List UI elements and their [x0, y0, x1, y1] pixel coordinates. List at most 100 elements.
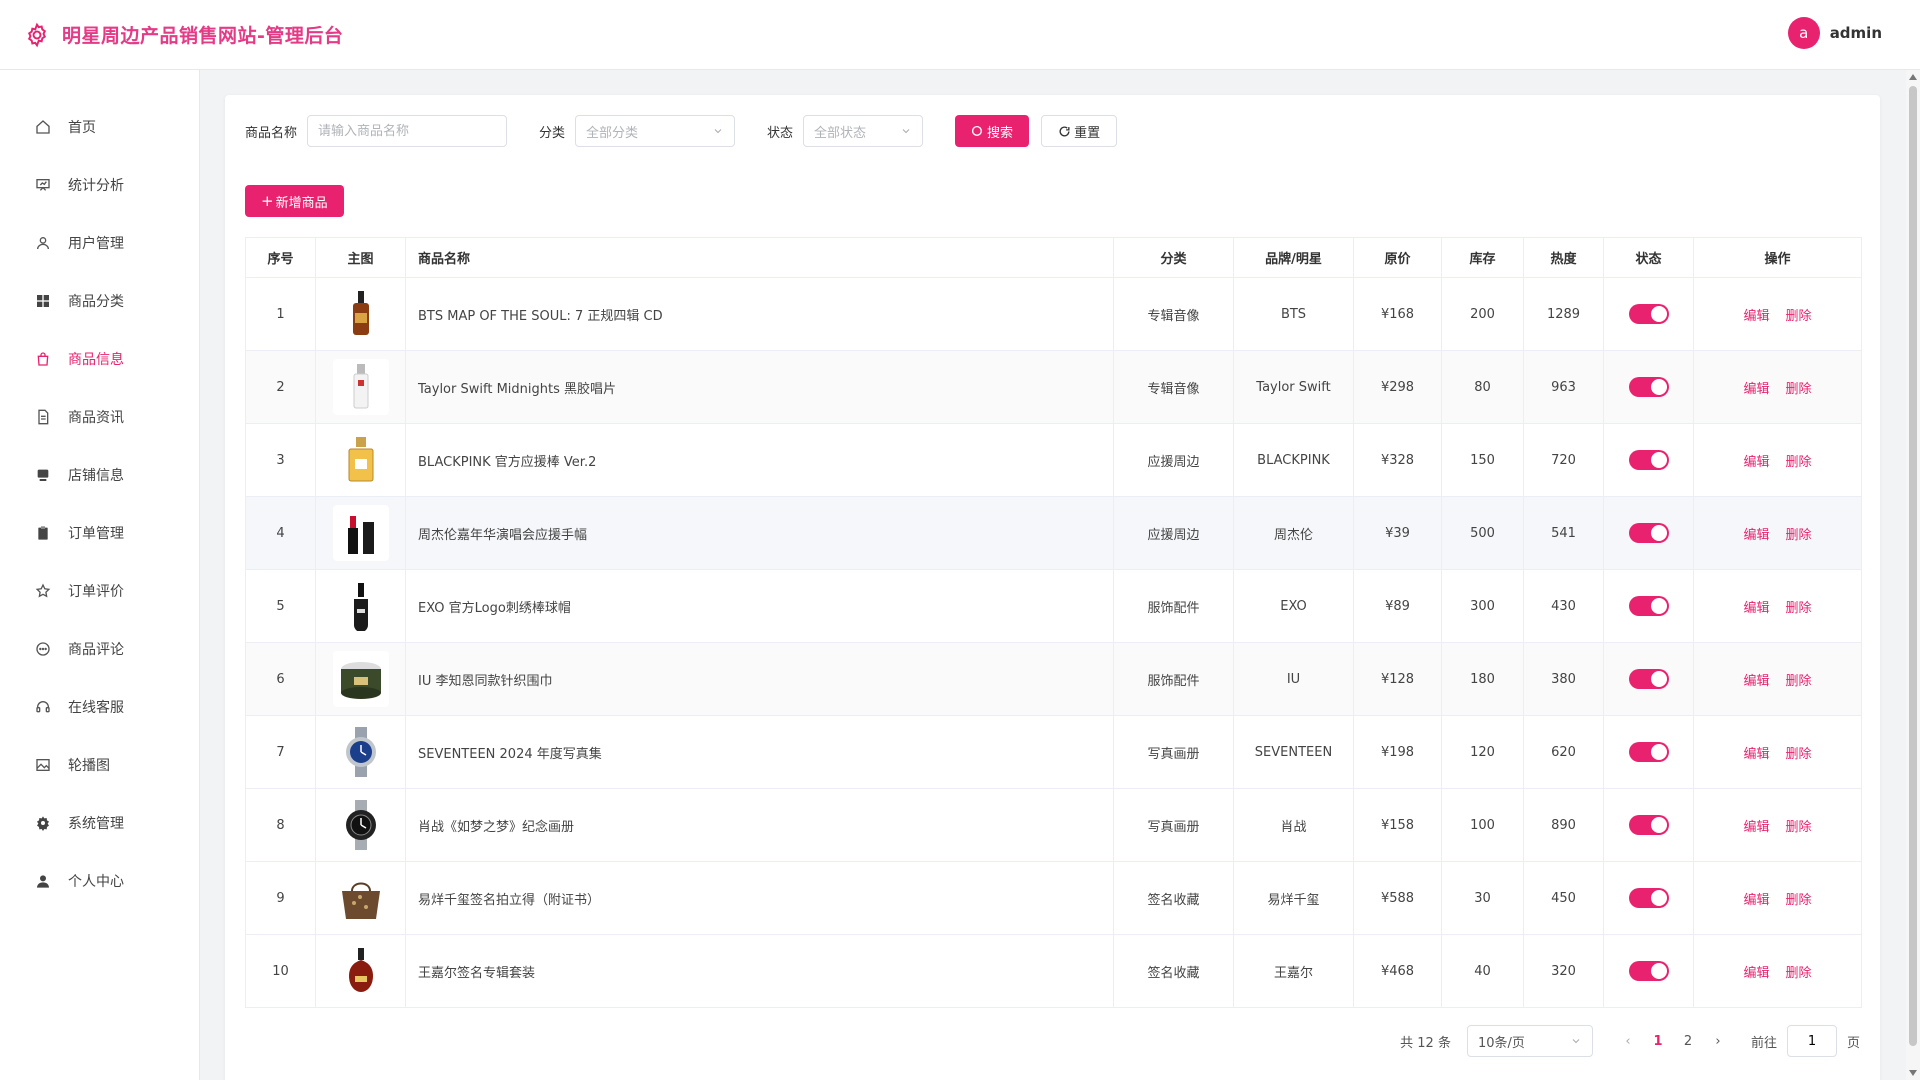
- product-thumbnail[interactable]: [332, 943, 389, 999]
- product-thumbnail[interactable]: [332, 286, 389, 342]
- page-size-select[interactable]: 10条/页: [1466, 1025, 1593, 1057]
- cell-name: 周杰伦嘉年华演唱会应援手幅: [405, 496, 1114, 570]
- sidebar-item-statistics[interactable]: 统计分析: [0, 156, 199, 214]
- user-name[interactable]: admin: [1830, 24, 1882, 42]
- scroll-up-icon[interactable]: [1909, 74, 1917, 80]
- delete-link[interactable]: 删除: [1786, 674, 1812, 689]
- sidebar-item-label: 轮播图: [68, 758, 110, 774]
- sidebar-item-support[interactable]: 在线客服: [0, 678, 199, 736]
- sidebar-item-news[interactable]: 商品资讯: [0, 388, 199, 446]
- status-toggle[interactable]: [1628, 669, 1669, 689]
- table-row[interactable]: 7 SEVENTEEN 2024 年度写真集 写真画册 SEVENTEEN ¥198 12…: [245, 715, 1862, 789]
- col-header-price[interactable]: 原价: [1353, 237, 1442, 278]
- store-icon: [34, 466, 52, 484]
- status-toggle[interactable]: [1628, 742, 1669, 762]
- col-header-stock[interactable]: 库存: [1441, 237, 1524, 278]
- edit-link[interactable]: 编辑: [1743, 893, 1769, 908]
- col-header-status[interactable]: 状态: [1603, 237, 1694, 278]
- product-name-input[interactable]: [307, 115, 508, 147]
- status-select[interactable]: 全部状态: [803, 115, 924, 147]
- sidebar-item-home[interactable]: 首页: [0, 98, 199, 156]
- table-row[interactable]: 4 周杰伦嘉年华演唱会应援手幅 应援周边 周杰伦 ¥39 500 541 编辑 删除: [245, 496, 1862, 570]
- col-header-heat[interactable]: 热度: [1523, 237, 1604, 278]
- table-row[interactable]: 1 BTS MAP OF THE SOUL: 7 正规四辑 CD 专辑音像 BTS ¥1…: [245, 277, 1862, 351]
- delete-link[interactable]: 删除: [1786, 747, 1812, 762]
- delete-link[interactable]: 删除: [1786, 966, 1812, 981]
- status-toggle[interactable]: [1628, 888, 1669, 908]
- sidebar-item-profile[interactable]: 个人中心: [0, 852, 199, 910]
- delete-link[interactable]: 删除: [1786, 528, 1812, 543]
- edit-link[interactable]: 编辑: [1743, 601, 1769, 616]
- sidebar-item-products[interactable]: 商品信息: [0, 330, 199, 388]
- product-thumbnail[interactable]: [332, 578, 389, 634]
- product-thumbnail[interactable]: [332, 432, 389, 488]
- status-toggle[interactable]: [1628, 377, 1669, 397]
- sidebar-item-orders[interactable]: 订单管理: [0, 504, 199, 562]
- product-thumbnail[interactable]: [332, 870, 389, 926]
- product-thumbnail[interactable]: [332, 359, 389, 415]
- prev-page-icon[interactable]: ‹: [1613, 1034, 1643, 1049]
- edit-link[interactable]: 编辑: [1743, 382, 1769, 397]
- edit-link[interactable]: 编辑: [1743, 455, 1769, 470]
- sidebar-item-categories[interactable]: 商品分类: [0, 272, 199, 330]
- product-thumbnail[interactable]: [332, 797, 389, 853]
- delete-link[interactable]: 删除: [1786, 601, 1812, 616]
- sidebar-item-carousel[interactable]: 轮播图: [0, 736, 199, 794]
- delete-link[interactable]: 删除: [1786, 820, 1812, 835]
- scroll-down-icon[interactable]: [1909, 1070, 1917, 1076]
- user-menu[interactable]: a admin: [1787, 17, 1882, 49]
- table-row[interactable]: 5 EXO 官方Logo刺绣棒球帽 服饰配件 EXO ¥89 300 430 编辑 删除: [245, 569, 1862, 643]
- goto-page-input[interactable]: [1786, 1025, 1837, 1057]
- table-row[interactable]: 3 BLACKPINK 官方应援棒 Ver.2 应援周边 BLACKPINK ¥328 1…: [245, 423, 1862, 497]
- product-thumbnail[interactable]: [332, 651, 389, 707]
- product-thumbnail[interactable]: [332, 724, 389, 780]
- page-scrollbar[interactable]: [1906, 70, 1920, 1080]
- category-select[interactable]: 全部分类: [575, 115, 736, 147]
- edit-link[interactable]: 编辑: [1743, 747, 1769, 762]
- table-row[interactable]: 9 易烊千玺签名拍立得（附证书） 签名收藏 易烊千玺 ¥588 30 450 编辑 删除: [245, 861, 1862, 935]
- cell-stock: 150: [1441, 423, 1524, 497]
- sidebar-item-order-reviews[interactable]: 订单评价: [0, 562, 199, 620]
- avatar[interactable]: a: [1787, 17, 1820, 49]
- status-toggle[interactable]: [1628, 596, 1669, 616]
- table-row[interactable]: 2 Taylor Swift Midnights 黑胶唱片 专辑音像 Taylor S…: [245, 350, 1862, 424]
- edit-link[interactable]: 编辑: [1743, 309, 1769, 324]
- status-toggle[interactable]: [1628, 815, 1669, 835]
- product-thumbnail[interactable]: [332, 505, 389, 561]
- scrollbar-thumb[interactable]: [1909, 86, 1917, 1046]
- pagination-total: 共 12 条: [1400, 1035, 1451, 1051]
- sidebar-item-system[interactable]: 系统管理: [0, 794, 199, 852]
- page-suffix: 页: [1846, 1035, 1860, 1051]
- status-toggle[interactable]: [1628, 450, 1669, 470]
- status-toggle[interactable]: [1628, 304, 1669, 324]
- reset-button[interactable]: 重置: [1041, 115, 1118, 147]
- next-page-icon[interactable]: ›: [1703, 1034, 1733, 1049]
- page-number[interactable]: 1: [1643, 1034, 1673, 1049]
- edit-link[interactable]: 编辑: [1743, 966, 1769, 981]
- delete-link[interactable]: 删除: [1786, 893, 1812, 908]
- add-product-button[interactable]: + 新增商品: [245, 185, 344, 217]
- col-header-image[interactable]: 主图: [315, 237, 406, 278]
- cell-actions: 编辑 删除: [1693, 861, 1862, 935]
- col-header-actions[interactable]: 操作: [1693, 237, 1862, 278]
- edit-link[interactable]: 编辑: [1743, 528, 1769, 543]
- page-number[interactable]: 2: [1673, 1034, 1703, 1049]
- sidebar-item-store[interactable]: 店铺信息: [0, 446, 199, 504]
- search-button[interactable]: 搜索: [955, 115, 1030, 147]
- col-header-name[interactable]: 商品名称: [405, 237, 1114, 278]
- delete-link[interactable]: 删除: [1786, 382, 1812, 397]
- sidebar-item-comments[interactable]: 商品评论: [0, 620, 199, 678]
- status-toggle[interactable]: [1628, 961, 1669, 981]
- delete-link[interactable]: 删除: [1786, 309, 1812, 324]
- col-header-no[interactable]: 序号: [245, 237, 316, 278]
- sidebar-item-users[interactable]: 用户管理: [0, 214, 199, 272]
- col-header-brand[interactable]: 品牌/明星: [1233, 237, 1354, 278]
- edit-link[interactable]: 编辑: [1743, 820, 1769, 835]
- table-row[interactable]: 6 IU 李知恩同款针织围巾 服饰配件 IU ¥128 180 380 编辑 删除: [245, 642, 1862, 716]
- table-row[interactable]: 8 肖战《如梦之梦》纪念画册 写真画册 肖战 ¥158 100 890 编辑 删除: [245, 788, 1862, 862]
- table-row[interactable]: 10 王嘉尔签名专辑套装 签名收藏 王嘉尔 ¥468 40 320 编辑 删除: [245, 934, 1862, 1008]
- edit-link[interactable]: 编辑: [1743, 674, 1769, 689]
- col-header-category[interactable]: 分类: [1113, 237, 1234, 278]
- delete-link[interactable]: 删除: [1786, 455, 1812, 470]
- status-toggle[interactable]: [1628, 523, 1669, 543]
